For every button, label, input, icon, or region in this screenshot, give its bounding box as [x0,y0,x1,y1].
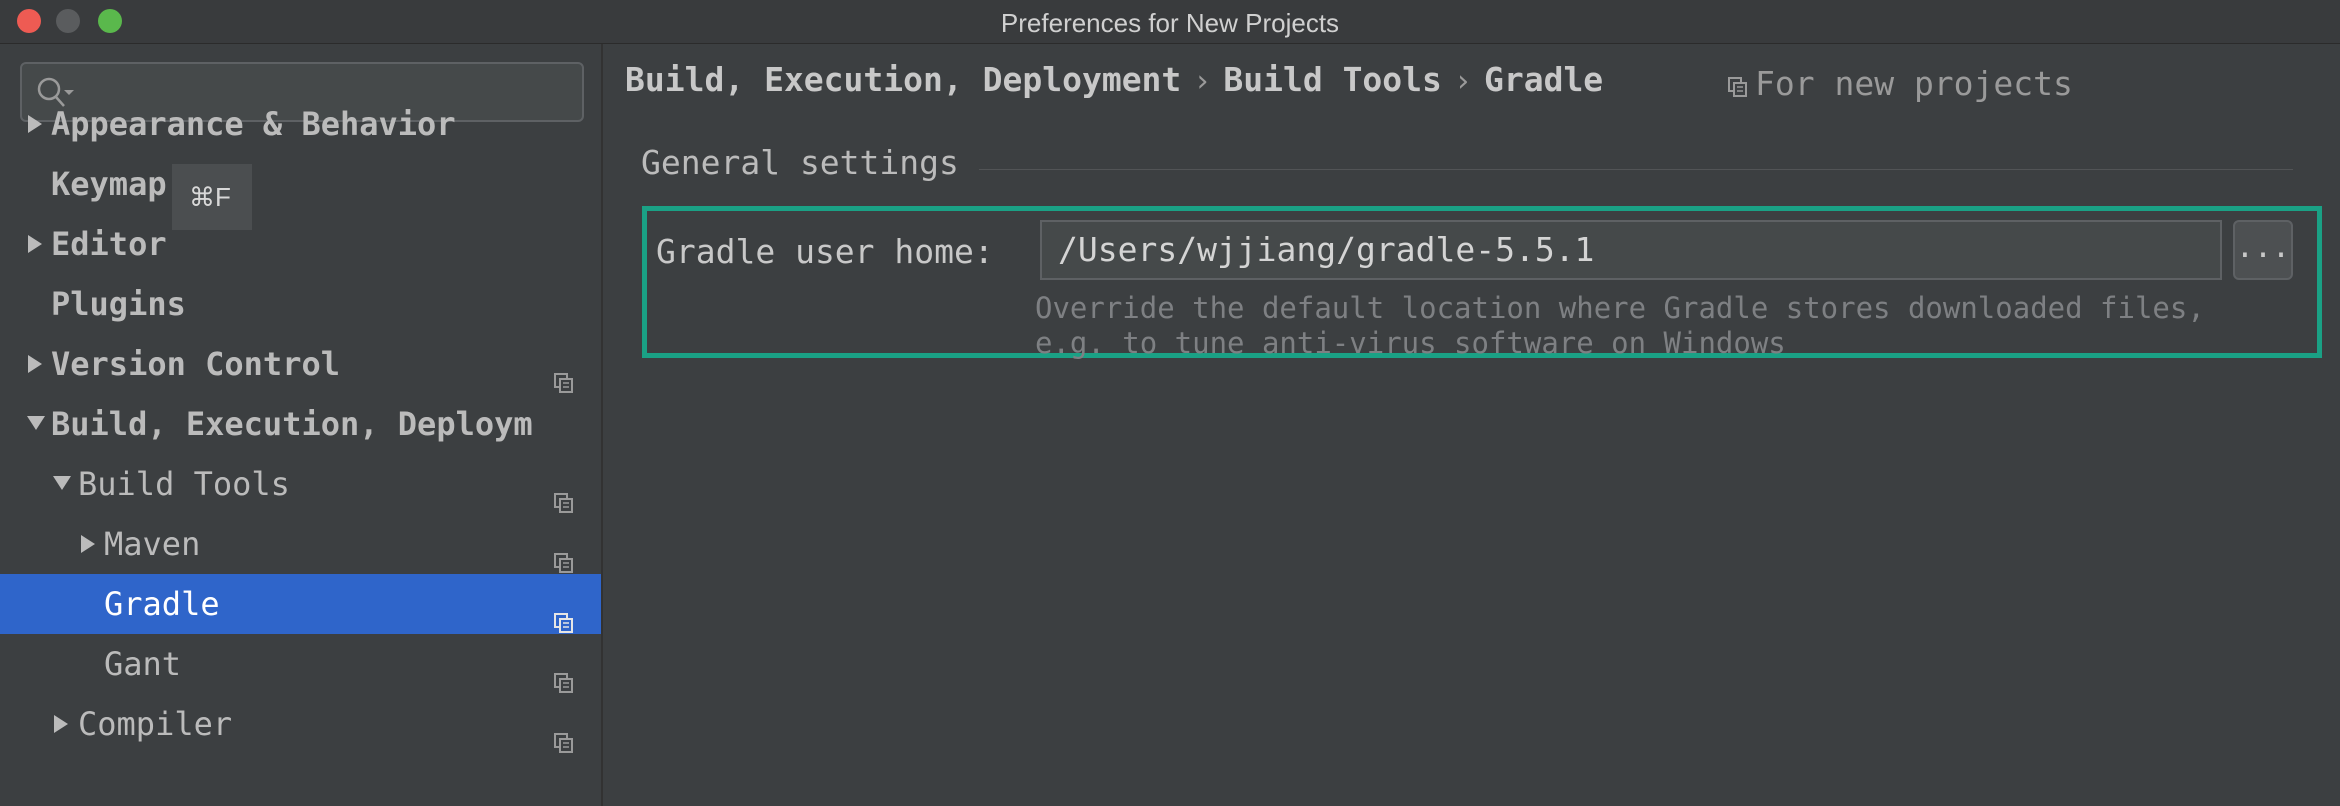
title-bar: Preferences for New Projects [0,0,2340,44]
copy-icon [553,353,577,393]
sidebar-item-label: Plugins [51,285,186,323]
breadcrumb: Build, Execution, Deployment › Build Tools… [625,60,1603,99]
sidebar-item-label: Editor [51,225,167,263]
sidebar-item-label: Build, Execution, Deploym [51,405,533,443]
sidebar-item-label: Gradle [104,585,220,623]
sidebar-item-label: Version Control [51,345,340,383]
sidebar-item-label: Keymap [51,165,167,203]
search-shortcut-tooltip: ⌘F [172,164,252,230]
sidebar-item[interactable]: Version Control [0,334,601,394]
breadcrumb-separator: › [1453,64,1472,99]
sidebar-item[interactable]: Build, Execution, Deploym [0,394,601,454]
sidebar-item[interactable]: Build Tools [0,454,601,514]
copy-icon [553,473,577,513]
window-title: Preferences for New Projects [1000,8,1340,38]
sidebar-item-label: Build Tools [78,465,290,503]
gradle-home-hint: Override the default location where Grad… [1035,291,2205,360]
sidebar-item[interactable]: Maven [0,514,601,574]
sidebar-item[interactable]: Gant [0,634,601,694]
breadcrumb-item: Gradle [1483,60,1604,99]
scope-indicator: For new projects [1727,64,2073,103]
sidebar-item[interactable]: Keymap [0,154,601,214]
sidebar-item-label: Maven [104,525,201,563]
copy-icon [553,713,577,753]
settings-content: Build, Execution, Deployment › Build Tools… [603,44,2340,806]
browse-button[interactable]: ... [2233,220,2293,280]
group-separator [979,169,2293,170]
copy-icon [553,593,577,633]
gradle-home-label: Gradle user home: [656,232,994,271]
sidebar-item-label: Gant [104,645,182,683]
sidebar-item-label: Appearance & Behavior [51,105,456,143]
sidebar-item[interactable]: Editor [0,214,601,274]
gradle-home-input[interactable]: /Users/wjjiang/gradle-5.5.1 [1040,220,2222,280]
group-title: General settings [641,143,959,182]
copy-icon [553,653,577,693]
breadcrumb-separator: › [1193,64,1212,99]
sidebar-item[interactable]: Gradle [0,574,601,634]
settings-sidebar: ⌘F Appearance & Behavior Keymap Editor Plug… [0,44,603,806]
sidebar-item[interactable]: Appearance & Behavior [0,94,601,154]
breadcrumb-item: Build Tools [1223,60,1442,99]
scope-label: For new projects [1755,64,2073,103]
copy-icon [553,533,577,573]
sidebar-item[interactable]: Plugins [0,274,601,334]
copy-icon [1728,77,1747,97]
sidebar-item-label: Compiler [78,705,233,743]
breadcrumb-item: Build, Execution, Deployment [625,60,1182,99]
sidebar-item[interactable]: Compiler [0,694,601,754]
